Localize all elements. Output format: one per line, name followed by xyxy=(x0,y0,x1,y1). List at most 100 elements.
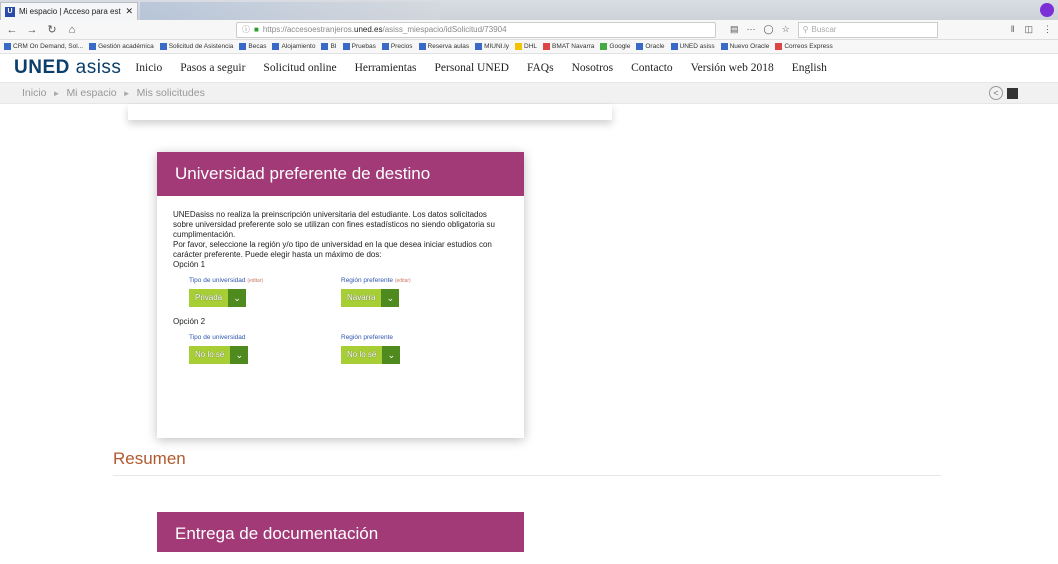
bookmark-item[interactable]: BI xyxy=(321,43,337,50)
bookmark-icon xyxy=(775,43,783,50)
bookmark-label: Pruebas xyxy=(351,43,376,50)
breadcrumb-mi-espacio[interactable]: Mi espacio xyxy=(66,87,116,99)
chevron-down-icon: ⌄ xyxy=(381,289,400,307)
entrega-documentacion-card-title: Entrega de documentación xyxy=(157,512,524,552)
bookmark-label: Alojamiento xyxy=(281,43,316,50)
bookmark-label: UNED asiss xyxy=(679,43,715,50)
bookmark-icon xyxy=(543,43,551,50)
info-icon[interactable]: ⓘ xyxy=(242,24,250,35)
browser-nav-bar: ← → ↻ ⌂ ⓘ ■ https://accesoestranjeros. un… xyxy=(0,20,1058,40)
bookmark-item[interactable]: Google xyxy=(600,43,630,50)
logo-main: UNED xyxy=(14,57,70,78)
bookmark-item[interactable]: UNED asiss xyxy=(670,43,715,50)
blurred-tab-area xyxy=(140,2,440,20)
bookmark-label: BMAT Navarra xyxy=(552,43,595,50)
lock-icon: ■ xyxy=(254,25,259,34)
breadcrumb-mis-solicitudes[interactable]: Mis solicitudes xyxy=(137,87,205,99)
sidebar-icon[interactable]: ◫ xyxy=(1024,24,1033,35)
bookmark-item[interactable]: Pruebas xyxy=(342,43,376,50)
region-preferente-label-2: Región preferente xyxy=(341,334,394,341)
bookmark-icon xyxy=(381,43,389,50)
bookmark-label: Gestión académica xyxy=(98,43,154,50)
bookmark-item[interactable]: MIUNI.ly xyxy=(475,43,509,50)
menu-item[interactable]: Herramientas xyxy=(355,62,417,74)
search-placeholder: Buscar xyxy=(811,25,837,34)
url-host: uned.es xyxy=(354,25,383,34)
breadcrumb-inicio[interactable]: Inicio xyxy=(22,87,47,99)
address-bar[interactable]: ⓘ ■ https://accesoestranjeros. uned.es/as… xyxy=(236,21,716,38)
opt1-region-select[interactable]: Navarra ⌄ xyxy=(341,289,400,307)
bookmark-label: Solicitud de Asistencia xyxy=(168,43,234,50)
bookmark-item[interactable]: Oracle xyxy=(636,43,665,50)
region-preferente-label: Región preferente (editar) xyxy=(341,277,411,284)
opt2-region-select[interactable]: No lo sé ⌄ xyxy=(341,346,401,364)
bookmark-label: Reserva aulas xyxy=(427,43,470,50)
previous-card-bottom xyxy=(128,104,612,120)
bookmark-item[interactable]: Reserva aulas xyxy=(418,43,470,50)
reload-icon[interactable]: ↻ xyxy=(46,23,58,36)
uned-asiss-logo[interactable]: UNED asiss xyxy=(14,57,121,79)
bookmark-icon xyxy=(321,43,329,50)
bookmark-item[interactable]: CRM On Demand, Sol... xyxy=(4,43,83,50)
menu-item[interactable]: Pasos a seguir xyxy=(180,62,245,74)
menu-item[interactable]: English xyxy=(792,62,827,74)
bookmark-icon xyxy=(720,43,728,50)
browser-tab[interactable]: U Mi espacio | Acceso para estudi ✕ xyxy=(0,2,138,20)
forward-icon[interactable]: → xyxy=(26,24,38,36)
url-prefix: https://accesoestranjeros. xyxy=(262,25,354,34)
chevron-down-icon: ⌄ xyxy=(382,346,401,364)
share-icon[interactable]: < xyxy=(989,86,1003,100)
pocket-icon[interactable]: ◯ xyxy=(764,24,774,35)
more-icon[interactable]: ⋯ xyxy=(747,24,756,35)
browser-menu-icon[interactable] xyxy=(1040,3,1054,17)
library-icon[interactable]: ‖ xyxy=(1011,24,1015,35)
chevron-down-icon: ⌄ xyxy=(228,289,247,307)
bookmark-item[interactable]: Alojamiento xyxy=(272,43,315,50)
menu-item[interactable]: Nosotros xyxy=(572,62,614,74)
bookmark-item[interactable]: Solicitud de Asistencia xyxy=(159,43,234,50)
main-menu: Inicio Pasos a seguir Solicitud online Herr… xyxy=(135,62,826,74)
chevron-down-icon: ⌄ xyxy=(230,346,249,364)
search-icon: ⚲ xyxy=(802,25,809,34)
menu-item[interactable]: Solicitud online xyxy=(263,62,336,74)
back-icon[interactable]: ← xyxy=(6,24,18,36)
bookmark-icon xyxy=(342,43,350,50)
card-instructions: Por favor, seleccione la región y/o tipo… xyxy=(173,240,492,259)
search-input[interactable]: ⚲ Buscar xyxy=(797,21,938,38)
divider xyxy=(113,475,941,476)
bookmark-item[interactable]: Gestión académica xyxy=(89,43,154,50)
bookmark-item[interactable]: Precios xyxy=(381,43,413,50)
home-icon[interactable]: ⌂ xyxy=(66,24,78,36)
menu-item[interactable]: Versión web 2018 xyxy=(691,62,774,74)
bookmark-label: Oracle xyxy=(645,43,665,50)
overflow-icon[interactable]: ⋮ xyxy=(1043,24,1052,35)
url-path: /asiss_miespacio/idSolicitud/73904 xyxy=(382,25,507,34)
menu-item[interactable]: Contacto xyxy=(631,62,673,74)
opt1-tipo-select[interactable]: Privada ⌄ xyxy=(189,289,247,307)
bookmark-icon xyxy=(272,43,280,50)
bookmark-label: DHL xyxy=(524,43,538,50)
bookmark-item[interactable]: Nuevo Oracle xyxy=(720,43,769,50)
main-content: Universidad preferente de destino UNEDas… xyxy=(0,104,1058,552)
bookmark-icon xyxy=(159,43,167,50)
bookmark-label: CRM On Demand, Sol... xyxy=(13,43,84,50)
tipo-universidad-label-2: Tipo de universidad xyxy=(189,334,246,341)
bookmark-item[interactable]: DHL xyxy=(515,43,537,50)
bookmark-item[interactable]: Correos Express xyxy=(775,43,833,50)
star-icon[interactable]: ☆ xyxy=(782,24,790,35)
menu-item[interactable]: Personal UNED xyxy=(435,62,509,74)
menu-item[interactable]: FAQs xyxy=(527,62,554,74)
logo-sub: asiss xyxy=(75,57,122,78)
bookmark-icon xyxy=(475,43,483,50)
reader-icon[interactable]: ▤ xyxy=(730,24,739,35)
close-tab-icon[interactable]: ✕ xyxy=(125,6,133,17)
bookmarks-bar: CRM On Demand, Sol... Gestión académica So… xyxy=(0,40,1058,54)
bookmark-icon xyxy=(4,43,11,50)
bookmark-label: MIUNI.ly xyxy=(484,43,509,50)
print-icon[interactable] xyxy=(1007,87,1018,99)
menu-item[interactable]: Inicio xyxy=(135,62,162,74)
bookmark-item[interactable]: BMAT Navarra xyxy=(543,43,594,50)
opt2-tipo-select[interactable]: No lo sé ⌄ xyxy=(189,346,249,364)
bookmark-icon xyxy=(670,43,678,50)
bookmark-item[interactable]: Becas xyxy=(239,43,266,50)
